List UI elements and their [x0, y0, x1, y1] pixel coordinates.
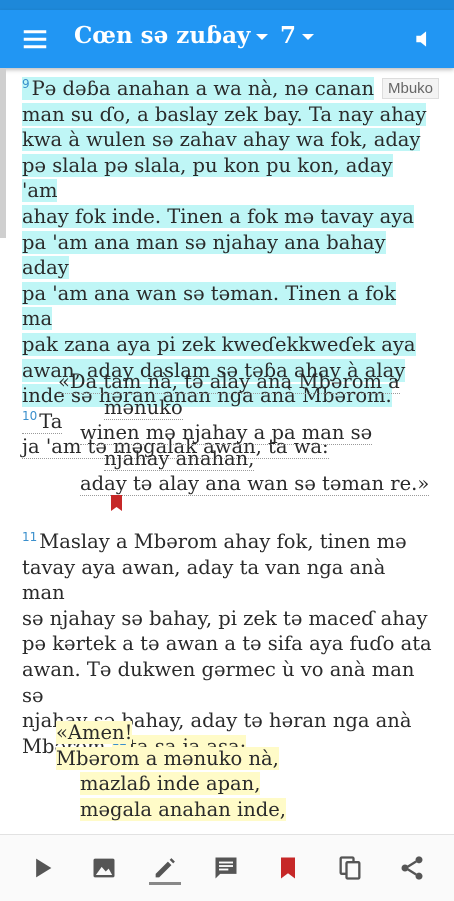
- verse-line: pa 'am ana wan sə təman. Tinen a fok ma: [22, 281, 396, 331]
- poem-line: mazlaɓ inde apan,: [80, 772, 261, 796]
- poem-line: «Amen!: [56, 721, 133, 744]
- pen-icon[interactable]: [151, 854, 179, 882]
- book-selector[interactable]: Cœn sə zuɓay: [74, 22, 269, 49]
- poem-line: winen mə njahay a pa man sə: [80, 421, 373, 446]
- verse-line: awan. Tə dukwen gərmec ù vo anà man sə: [22, 657, 415, 707]
- share-icon[interactable]: [398, 854, 426, 882]
- verse-line: Pə dəɓa anahan a wa nà, nə canan: [31, 77, 375, 100]
- verse-line: sə njahay sə bahay, pi zek tə maceɗ ahay: [22, 606, 428, 630]
- book-title: Cœn sə zuɓay: [74, 22, 251, 49]
- status-bar: [0, 0, 454, 10]
- app-bar: Cœn sə zuɓay 7: [0, 10, 454, 68]
- copy-icon[interactable]: [336, 854, 364, 882]
- scroll-indicator[interactable]: [0, 68, 6, 238]
- speaker-icon[interactable]: [412, 26, 438, 52]
- verse-9[interactable]: 9 Pə dəɓa anahan a wa nà, nə canan man su…: [22, 76, 427, 408]
- verse-10[interactable]: 10 Ta: [22, 409, 63, 434]
- verse-line: pə kərtek a tə awan a tə sifa aya fuɗo a…: [22, 632, 432, 656]
- chapter-selector[interactable]: 7: [280, 22, 315, 49]
- poem-block-1[interactable]: «Da tam nà, tə alay ana Mbərom a mənuko …: [58, 369, 430, 497]
- verse-number: 10: [22, 409, 38, 424]
- chapter-number: 7: [280, 22, 297, 49]
- verse-number: 11: [22, 529, 38, 544]
- verse-line: tavay aya awan, aday ta van nga anà man: [22, 555, 386, 605]
- notes-icon[interactable]: [212, 854, 240, 882]
- pen-underline: [149, 882, 181, 885]
- poem-line: «Da tam nà, tə alay ana Mbərom a: [58, 370, 400, 394]
- menu-icon[interactable]: [20, 24, 50, 54]
- poem-line: Mbərom a mənuko nà,: [56, 746, 279, 770]
- bookmark-icon[interactable]: [274, 854, 302, 882]
- play-icon[interactable]: [28, 854, 56, 882]
- chevron-down-icon: [302, 34, 315, 40]
- bookmark-icon[interactable]: [111, 495, 122, 511]
- verse-line: ahay fok inde. Tinen a fok mə tavay aya: [22, 204, 414, 228]
- poem-block-2[interactable]: «Amen! Mbərom a mənuko nà, mazlaɓ inde a…: [56, 720, 286, 822]
- verse-number: 9: [22, 76, 30, 91]
- poem-line: njahay anahan,: [104, 446, 255, 471]
- poem-line: mənuko: [104, 395, 183, 420]
- poem-line: məgala anahan inde,: [80, 797, 286, 821]
- verse-line: pə slala pə slala, pu kon pu kon, aday '…: [22, 153, 393, 203]
- bottom-toolbar: [0, 834, 454, 901]
- poem-line: aday tə alay ana wan sə təman re.»: [80, 472, 430, 497]
- verse-line: pa 'am ana man sə njahay ana bahay aday: [22, 230, 386, 280]
- verse-line: kwa à wulen sə zahav ahay wa fok, aday: [22, 128, 421, 152]
- image-icon[interactable]: [90, 854, 118, 882]
- verse-line: pak zana aya pi zek kweɗekkweɗek aya: [22, 332, 416, 356]
- verse-line: Maslay a Mbərom ahay fok, tinen mə: [39, 530, 407, 553]
- chevron-down-icon: [256, 34, 269, 40]
- verse-line: man su ɗo, a baslay zek bay. Ta nay ahay: [22, 102, 427, 126]
